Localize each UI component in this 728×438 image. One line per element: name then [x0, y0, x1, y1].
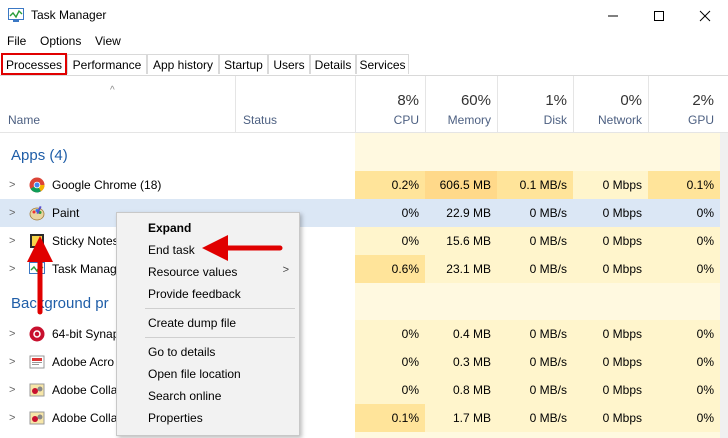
arrow-end-task-icon	[202, 235, 283, 261]
annotation-arrows	[27, 235, 283, 315]
arrow-up-icon	[27, 236, 53, 315]
